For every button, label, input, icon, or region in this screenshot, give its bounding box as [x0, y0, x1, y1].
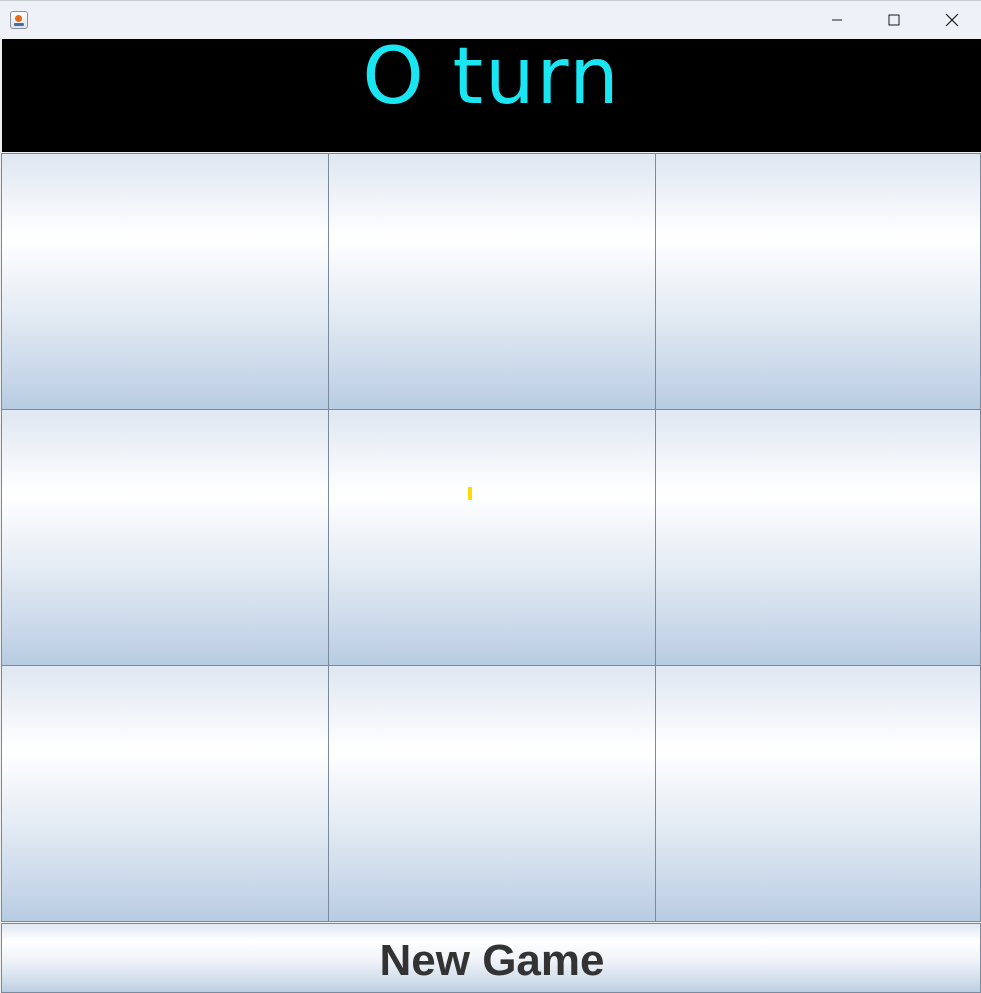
maximize-icon	[888, 14, 900, 26]
board-cell-3-3[interactable]	[655, 665, 981, 922]
board-cell-1-1[interactable]	[1, 153, 329, 410]
minimize-button[interactable]	[808, 1, 866, 39]
cursor-marker	[468, 487, 472, 500]
turn-banner: O turn	[2, 39, 981, 152]
board-cell-2-2[interactable]	[328, 409, 656, 666]
new-game-button[interactable]: New Game	[1, 923, 981, 993]
new-game-label: New Game	[379, 936, 605, 985]
board-cell-1-3[interactable]	[655, 153, 981, 410]
close-button[interactable]	[923, 1, 981, 39]
board-cell-3-1[interactable]	[1, 665, 329, 922]
board-cell-2-3[interactable]	[655, 409, 981, 666]
close-icon	[945, 13, 959, 27]
maximize-button[interactable]	[865, 1, 923, 39]
java-app-icon[interactable]	[10, 11, 28, 29]
game-board	[1, 153, 981, 922]
app-window: O turn New Game	[0, 0, 981, 993]
board-cell-1-2[interactable]	[328, 153, 656, 410]
board-cell-3-2[interactable]	[328, 665, 656, 922]
turn-label: O turn	[362, 39, 621, 122]
board-cell-2-1[interactable]	[1, 409, 329, 666]
title-bar[interactable]	[0, 0, 981, 39]
minimize-icon	[832, 19, 842, 21]
